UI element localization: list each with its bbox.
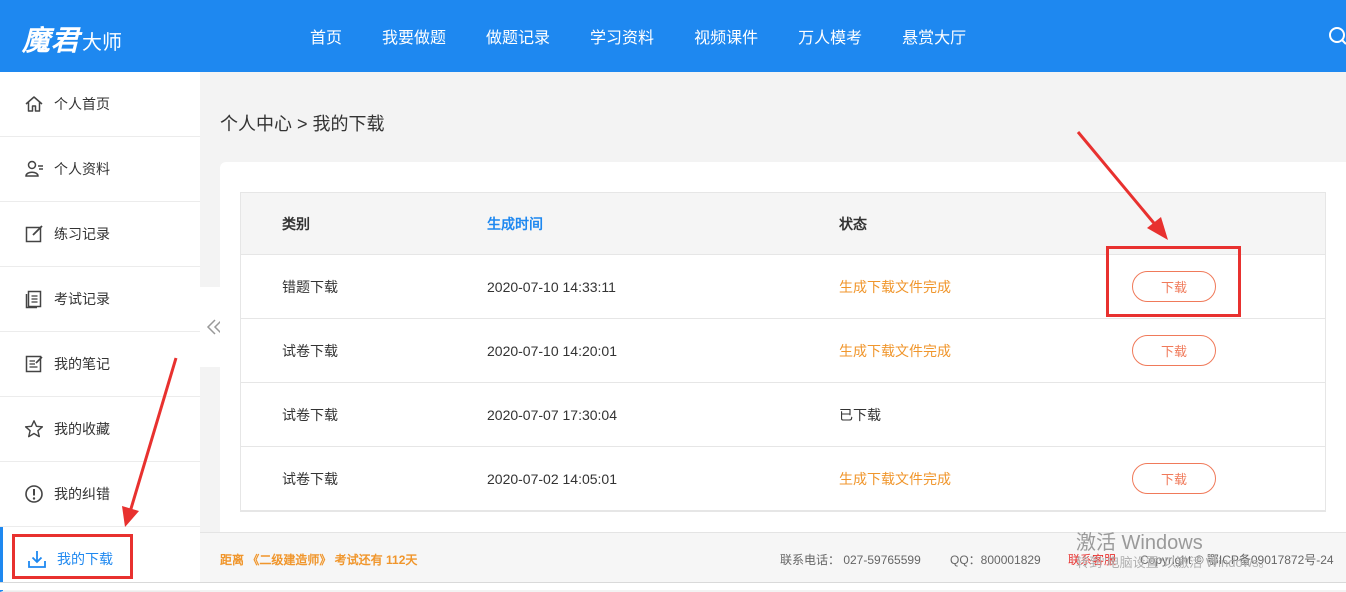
windows-activation-subtext: 转到"电脑设置"以激活 Windows。 xyxy=(1076,555,1272,570)
downloads-table: 类别 生成时间 状态 错题下载 2020-07-10 14:33:11 生成下载… xyxy=(240,192,1326,512)
edit-icon xyxy=(23,223,45,245)
sidebar-item-notes[interactable]: 我的笔记 xyxy=(0,332,200,397)
windows-activation-watermark: 激活 Windows xyxy=(1076,532,1203,554)
logo-suffix: 大师 xyxy=(82,32,123,54)
sidebar-item-label: 我的收藏 xyxy=(54,421,110,437)
search-icon[interactable] xyxy=(1326,26,1346,46)
sidebar-item-favorites[interactable]: 我的收藏 xyxy=(0,397,200,462)
row-status: 生成下载文件完成 xyxy=(839,470,951,487)
row-category: 试卷下载 xyxy=(282,470,338,487)
row-category: 试卷下载 xyxy=(282,406,338,423)
sidebar-item-home[interactable]: 个人首页 xyxy=(0,72,200,137)
site-logo[interactable]: 魔君 大师 xyxy=(22,22,122,56)
download-button[interactable]: 下载 xyxy=(1132,335,1216,366)
nav-practice-records[interactable]: 做题记录 xyxy=(486,24,550,48)
row-status: 生成下载文件完成 xyxy=(839,342,951,359)
sidebar-item-label: 我的纠错 xyxy=(54,486,110,502)
row-time: 2020-07-10 14:20:01 xyxy=(487,342,617,359)
annotation-highlight-box xyxy=(12,534,133,579)
sidebar-item-label: 考试记录 xyxy=(54,291,110,307)
document-list-icon xyxy=(23,288,45,310)
contact-qq: QQ：800001829 xyxy=(950,553,1041,567)
breadcrumb: 个人中心 > 我的下载 xyxy=(220,114,385,134)
row-category: 试卷下载 xyxy=(282,342,338,359)
nav-home[interactable]: 首页 xyxy=(310,24,342,48)
sidebar-item-exam-records[interactable]: 考试记录 xyxy=(0,267,200,332)
sidebar-item-profile[interactable]: 个人资料 xyxy=(0,137,200,202)
sidebar-item-label: 练习记录 xyxy=(54,226,110,242)
nav-study-materials[interactable]: 学习资料 xyxy=(590,24,654,48)
row-time: 2020-07-02 14:05:01 xyxy=(487,470,617,487)
annotation-highlight-box xyxy=(1106,246,1241,317)
sidebar-item-label: 我的笔记 xyxy=(54,356,110,372)
row-status: 已下载 xyxy=(839,406,881,423)
nav-mock-exam[interactable]: 万人模考 xyxy=(798,24,862,48)
row-category: 错题下载 xyxy=(282,278,338,295)
table-row: 试卷下载 2020-07-10 14:20:01 生成下载文件完成 下载 xyxy=(241,319,1325,383)
sidebar-item-corrections[interactable]: 我的纠错 xyxy=(0,462,200,527)
main-nav: 首页 我要做题 做题记录 学习资料 视频课件 万人模考 悬赏大厅 xyxy=(310,0,1006,72)
download-button[interactable]: 下载 xyxy=(1132,463,1216,494)
table-row: 试卷下载 2020-07-02 14:05:01 生成下载文件完成 下载 xyxy=(241,447,1325,511)
logo-brand: 魔君 xyxy=(22,24,81,57)
header-generated-time[interactable]: 生成时间 xyxy=(487,193,543,254)
star-icon xyxy=(23,418,45,440)
header-status: 状态 xyxy=(839,215,867,232)
sidebar: 个人首页 个人资料 练习记录 考试记录 我的笔记 我的收藏 我的纠错 我的下载 xyxy=(0,72,200,592)
header-category: 类别 xyxy=(282,215,310,232)
nav-video-courses[interactable]: 视频课件 xyxy=(694,24,758,48)
exam-countdown: 距离 《二级建造师》 考试还有 112天 xyxy=(220,553,418,567)
table-row: 试卷下载 2020-07-07 17:30:04 已下载 xyxy=(241,383,1325,447)
row-time: 2020-07-07 17:30:04 xyxy=(487,406,617,423)
taskbar-strip xyxy=(0,582,1346,590)
user-profile-icon xyxy=(23,158,45,180)
nav-bounty-hall[interactable]: 悬赏大厅 xyxy=(902,24,966,48)
sidebar-item-practice-records[interactable]: 练习记录 xyxy=(0,202,200,267)
contact-phone: 联系电话： 027-59765599 xyxy=(780,553,921,567)
home-icon xyxy=(23,93,45,115)
top-navbar: 魔君 大师 首页 我要做题 做题记录 学习资料 视频课件 万人模考 悬赏大厅 xyxy=(0,0,1346,72)
sidebar-item-label: 个人资料 xyxy=(54,161,110,177)
notes-icon xyxy=(23,353,45,375)
alert-icon xyxy=(23,483,45,505)
row-status: 生成下载文件完成 xyxy=(839,278,951,295)
sidebar-item-label: 个人首页 xyxy=(54,96,110,112)
nav-practice[interactable]: 我要做题 xyxy=(382,24,446,48)
row-time: 2020-07-10 14:33:11 xyxy=(487,278,616,295)
